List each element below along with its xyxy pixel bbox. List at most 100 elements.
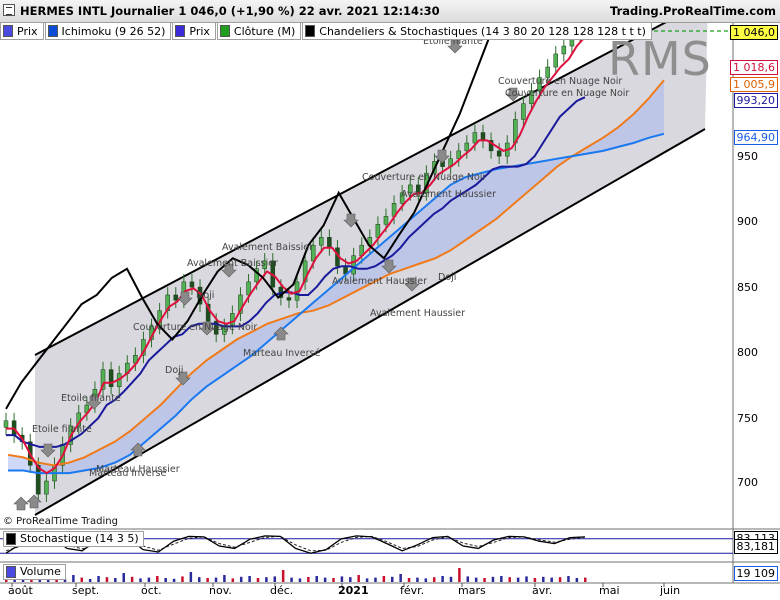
volume-bar (458, 568, 461, 582)
volume-panel (5, 568, 587, 582)
volume-bar (542, 576, 545, 582)
volume-bar (491, 576, 495, 582)
stochastic-value-2: 83,181 (733, 539, 778, 554)
volume-bar (567, 576, 570, 582)
volume-bar (281, 570, 285, 582)
candle-body (286, 297, 292, 301)
legend-item-price-2[interactable]: Prix (172, 22, 216, 40)
volume-swatch-icon (6, 566, 16, 578)
chart-menu-icon[interactable] (3, 4, 15, 16)
x-tick-label: sept. (72, 584, 100, 597)
stochastic-swatch-icon (6, 533, 16, 545)
volume-bar (449, 576, 453, 582)
legend-label: Prix (17, 24, 38, 38)
brand-label: Trading.ProRealTime.com (610, 4, 776, 18)
legend-item-candlestick-patterns[interactable]: Chandeliers & Stochastiques (14 3 80 20 … (302, 22, 652, 40)
x-tick-label: févr. (400, 584, 425, 597)
volume-bar (432, 577, 436, 582)
candle-body (464, 142, 470, 152)
volume-bar (298, 578, 302, 582)
pattern-label: Doji (196, 290, 214, 301)
pattern-label: Avalement Haussier (401, 189, 496, 200)
legend-swatch-icon (3, 25, 13, 37)
volume-bar (164, 578, 167, 582)
candle-body (351, 255, 356, 275)
volume-bar (533, 578, 537, 582)
volume-bar (198, 577, 201, 582)
x-tick-label: mai (599, 584, 620, 597)
volume-bar (558, 577, 562, 582)
legend-item-ichimoku[interactable]: Ichimoku (9 26 52) (44, 22, 172, 40)
legend-swatch-icon (219, 25, 230, 37)
legend-label: Ichimoku (9 26 52) (61, 24, 166, 38)
volume-bar (139, 578, 142, 582)
volume-label: Volume (20, 565, 61, 578)
candle-body (3, 420, 9, 428)
volume-bar (290, 577, 293, 582)
volume-bar (105, 577, 109, 582)
volume-bar (114, 578, 117, 582)
volume-bar (508, 577, 511, 582)
volume-bar (357, 575, 360, 582)
volume-bar (122, 573, 125, 582)
volume-bar (315, 576, 318, 582)
volume-bar (332, 578, 335, 582)
pattern-label: Avalement Baissier (222, 242, 313, 253)
stochastic-label: Stochastique (14 3 5) (20, 532, 139, 545)
pattern-label: Avalement Haussier (332, 276, 427, 287)
x-tick-label: juin (660, 584, 681, 597)
x-tick-label: nov. (209, 584, 232, 597)
legend-label: Prix (189, 24, 210, 38)
volume-bar (231, 578, 235, 582)
volume-bar (239, 576, 243, 582)
pattern-label: Couverture en Nuage Noir (505, 88, 629, 99)
volume-bar (147, 577, 151, 582)
y-tick-label: 900 (737, 215, 758, 228)
candle-body (496, 150, 502, 157)
volume-bar (273, 576, 277, 582)
volume-header[interactable]: Volume (3, 564, 66, 580)
volume-bar (248, 576, 251, 582)
volume-bar (483, 578, 486, 582)
volume-value: 19 109 (733, 566, 778, 581)
legend-label: Clôture (M) (233, 24, 296, 38)
volume-bar (374, 577, 377, 582)
volume-bar (80, 577, 84, 582)
legend-swatch-icon (175, 25, 186, 37)
ticker-watermark: RMS (608, 32, 712, 86)
volume-bar (256, 578, 260, 582)
candle-body (173, 294, 179, 301)
candle-body (189, 281, 195, 288)
stochastic-header[interactable]: Stochastique (14 3 5) (3, 531, 144, 547)
candle-body (108, 369, 114, 387)
title-bar: HERMES INTL Journalier 1 046,0 (+1,90 %)… (0, 0, 780, 23)
volume-bar (265, 577, 268, 582)
chart-title: HERMES INTL Journalier 1 046,0 (+1,90 %)… (20, 4, 440, 18)
volume-bar (575, 578, 579, 582)
legend-item-price[interactable]: Prix (0, 22, 44, 40)
volume-bar (323, 577, 327, 582)
pattern-label: Marteau Inversé (243, 348, 321, 359)
volume-bar (382, 576, 386, 582)
pattern-label: Avalement Haussier (370, 308, 465, 319)
price-tag-senkou: 1 005,9 (730, 77, 778, 92)
volume-bar (130, 576, 134, 582)
volume-bar (466, 576, 470, 582)
volume-bar (97, 576, 100, 582)
legend-swatch-icon (47, 25, 58, 37)
x-tick-label: août (8, 584, 33, 597)
volume-bar (441, 576, 444, 582)
y-tick-label: 800 (737, 346, 758, 359)
candle-body (472, 132, 478, 144)
candle-body (561, 45, 567, 55)
y-tick-label: 850 (737, 281, 758, 294)
pattern-label: Etoile filante (61, 393, 121, 404)
volume-bar (172, 578, 176, 582)
copyright-label: © ProRealTime Trading (3, 516, 118, 527)
candle-body (480, 132, 486, 141)
pattern-label: Avalement Baissier (187, 258, 278, 269)
y-tick-label: 700 (737, 476, 758, 489)
volume-bar (72, 575, 75, 582)
volume-bar (550, 577, 553, 582)
legend-item-close[interactable]: Clôture (M) (216, 22, 302, 40)
